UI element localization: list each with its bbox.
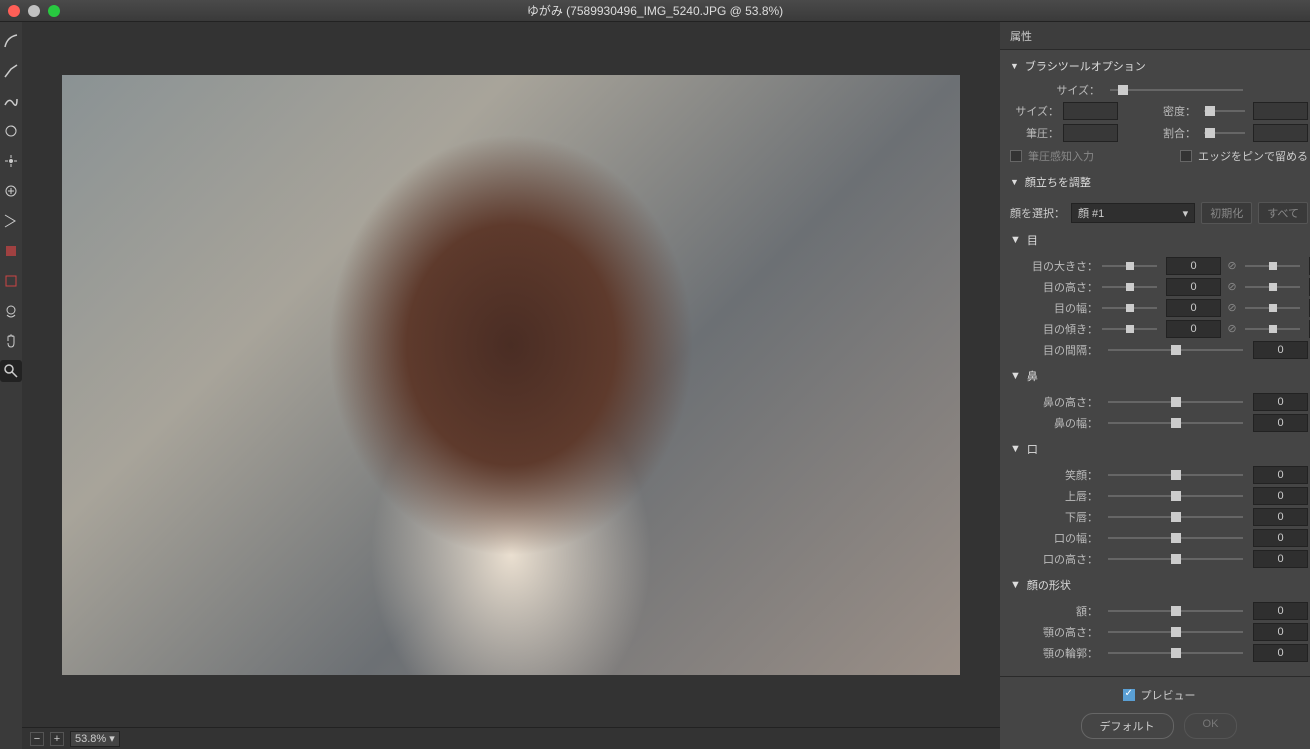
subsection-eyes[interactable]: ▼目 — [1010, 226, 1308, 254]
subsection-mouth[interactable]: ▼口 — [1010, 435, 1308, 463]
brush-size-input[interactable] — [1063, 102, 1118, 120]
default-button[interactable]: デフォルト — [1081, 713, 1174, 739]
forward-warp-tool[interactable] — [0, 30, 22, 52]
eye-tilt-left-slider[interactable] — [1102, 325, 1157, 333]
mouth-lower-input[interactable]: 0 — [1253, 508, 1308, 526]
twirl-tool[interactable] — [0, 120, 22, 142]
brush-rate-slider[interactable] — [1204, 126, 1245, 140]
eye-size-left-input[interactable]: 0 — [1166, 257, 1221, 275]
mouth-lower-slider[interactable] — [1108, 510, 1243, 524]
window-minimize-button[interactable] — [28, 5, 40, 17]
mouth-height-slider[interactable] — [1108, 552, 1243, 566]
zoom-out-button[interactable]: − — [30, 732, 44, 746]
mouth-smile-slider[interactable] — [1108, 468, 1243, 482]
chevron-down-icon: ▼ — [1010, 579, 1021, 591]
preview-checkbox[interactable]: プレビュー — [1123, 687, 1196, 703]
titlebar: ゆがみ (7589930496_IMG_5240.JPG @ 53.8%) — [0, 0, 1310, 22]
properties-panel: 属性 ▼ブラシツールオプション サイズ： サイズ： 密度： — [1000, 22, 1310, 749]
forehead-slider[interactable] — [1108, 604, 1243, 618]
chevron-down-icon: ▼ — [1010, 177, 1019, 187]
mouth-upper-slider[interactable] — [1108, 489, 1243, 503]
zoom-in-button[interactable]: + — [50, 732, 64, 746]
eye-tilt-right-slider[interactable] — [1245, 325, 1300, 333]
jawline-input[interactable]: 0 — [1253, 644, 1308, 662]
chevron-down-icon: ▾ — [1183, 207, 1189, 220]
subsection-nose[interactable]: ▼鼻 — [1010, 362, 1308, 390]
mouth-width-input[interactable]: 0 — [1253, 529, 1308, 547]
mouth-upper-input[interactable]: 0 — [1253, 487, 1308, 505]
eye-width-left-slider[interactable] — [1102, 304, 1157, 312]
subsection-face-shape[interactable]: ▼顔の形状 — [1010, 571, 1308, 599]
freeze-mask-tool[interactable] — [0, 240, 22, 262]
zoom-tool[interactable] — [0, 360, 22, 382]
reconstruct-tool[interactable] — [0, 60, 22, 82]
brush-size-label: サイズ： — [1010, 82, 1100, 98]
eye-distance-slider[interactable] — [1108, 343, 1243, 357]
face-reset-button[interactable]: 初期化 — [1201, 202, 1252, 224]
section-brush-options[interactable]: ▼ブラシツールオプション — [1010, 50, 1308, 82]
face-tool[interactable] — [0, 300, 22, 322]
nose-width-slider[interactable] — [1108, 416, 1243, 430]
statusbar: − + 53.8% ▾ — [22, 727, 1000, 749]
face-select-dropdown[interactable]: 顔 #1▾ — [1071, 203, 1195, 223]
eye-width-right-slider[interactable] — [1245, 304, 1300, 312]
forehead-input[interactable]: 0 — [1253, 602, 1308, 620]
chevron-down-icon: ▼ — [1010, 370, 1021, 382]
chevron-down-icon: ▼ — [1010, 234, 1021, 246]
brush-density-slider[interactable] — [1204, 104, 1245, 118]
nose-height-input[interactable]: 0 — [1253, 393, 1308, 411]
eye-tilt-left-input[interactable]: 0 — [1166, 320, 1221, 338]
link-icon[interactable]: ⊘ — [1225, 259, 1239, 273]
window-title: ゆがみ (7589930496_IMG_5240.JPG @ 53.8%) — [527, 2, 783, 19]
panel-header: 属性 — [1000, 22, 1310, 50]
toolbar — [0, 22, 22, 749]
brush-pressure-input[interactable] — [1063, 124, 1118, 142]
thaw-mask-tool[interactable] — [0, 270, 22, 292]
link-icon[interactable]: ⊘ — [1225, 301, 1239, 315]
mouth-height-input[interactable]: 0 — [1253, 550, 1308, 568]
eye-width-left-input[interactable]: 0 — [1166, 299, 1221, 317]
chevron-down-icon: ▼ — [1010, 443, 1021, 455]
eye-height-left-slider[interactable] — [1102, 283, 1157, 291]
jawline-slider[interactable] — [1108, 646, 1243, 660]
bloat-tool[interactable] — [0, 180, 22, 202]
face-all-button[interactable]: すべて — [1258, 202, 1308, 224]
mouth-smile-input[interactable]: 0 — [1253, 466, 1308, 484]
pucker-tool[interactable] — [0, 150, 22, 172]
eye-height-right-slider[interactable] — [1245, 283, 1300, 291]
brush-density-input[interactable] — [1253, 102, 1308, 120]
push-left-tool[interactable] — [0, 210, 22, 232]
panel-footer: プレビュー デフォルト OK — [1000, 676, 1310, 749]
link-icon[interactable]: ⊘ — [1225, 280, 1239, 294]
pin-edges-checkbox[interactable]: エッジをピンで留める — [1180, 148, 1308, 164]
zoom-level-select[interactable]: 53.8% ▾ — [70, 731, 120, 747]
brush-rate-input[interactable] — [1253, 124, 1308, 142]
eye-distance-input[interactable]: 0 — [1253, 341, 1308, 359]
link-icon[interactable]: ⊘ — [1225, 322, 1239, 336]
canvas-image[interactable] — [62, 75, 960, 675]
mouth-width-slider[interactable] — [1108, 531, 1243, 545]
smooth-tool[interactable] — [0, 90, 22, 112]
hand-tool[interactable] — [0, 330, 22, 352]
ok-button[interactable]: OK — [1184, 713, 1238, 739]
eye-height-left-input[interactable]: 0 — [1166, 278, 1221, 296]
chevron-down-icon: ▼ — [1010, 61, 1019, 71]
eye-size-right-slider[interactable] — [1245, 262, 1300, 270]
chin-height-input[interactable]: 0 — [1253, 623, 1308, 641]
window-close-button[interactable] — [8, 5, 20, 17]
nose-height-slider[interactable] — [1108, 395, 1243, 409]
stylus-pressure-checkbox[interactable]: 筆圧感知入力 — [1010, 148, 1094, 164]
face-select-label: 顔を選択： — [1010, 205, 1065, 221]
window-maximize-button[interactable] — [48, 5, 60, 17]
nose-width-input[interactable]: 0 — [1253, 414, 1308, 432]
eye-size-left-slider[interactable] — [1102, 262, 1157, 270]
section-face-aware[interactable]: ▼顔立ちを調整 — [1010, 166, 1308, 198]
canvas-area: − + 53.8% ▾ — [22, 22, 1000, 749]
chin-height-slider[interactable] — [1108, 625, 1243, 639]
brush-size-slider[interactable] — [1110, 83, 1243, 97]
